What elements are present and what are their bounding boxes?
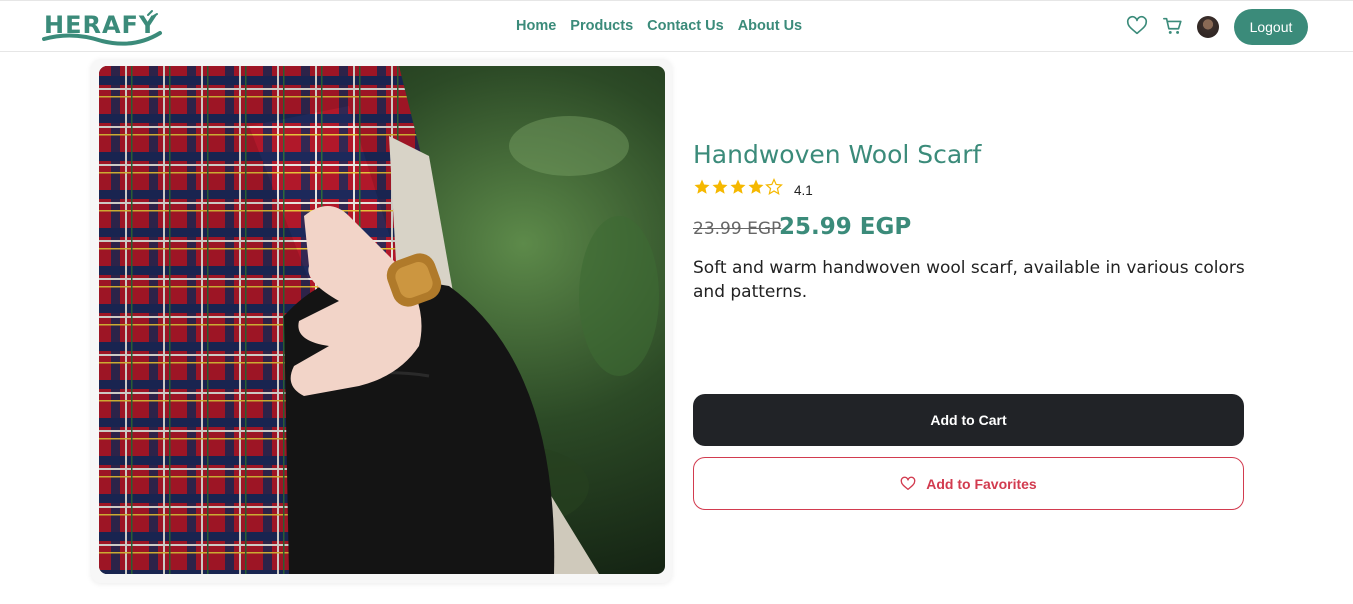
user-avatar[interactable] [1197,16,1219,38]
product-title: Handwoven Wool Scarf [693,140,982,169]
add-to-favorites-label: Add to Favorites [926,475,1037,492]
product-image-card [91,59,672,583]
heart-icon [900,476,916,490]
add-to-cart-button[interactable]: Add to Cart [693,394,1244,446]
herafy-logo[interactable]: HERAFY [42,9,166,47]
nav-home[interactable]: Home [516,18,556,34]
new-price: 25.99 EGP [779,214,912,240]
star-filled-icon [694,179,710,194]
product-description: Soft and warm handwoven wool scarf, avai… [693,258,1245,302]
star-filled-icon [712,179,728,194]
main-nav: Home Products Contact Us About Us [516,18,802,34]
rating-stars [693,178,783,196]
star-empty-icon [765,178,783,195]
heart-icon[interactable] [1126,15,1148,37]
navbar: HERAFY Home Products Contact Us About Us… [0,0,1353,52]
add-to-favorites-button[interactable]: Add to Favorites [693,457,1244,510]
nav-contact-us[interactable]: Contact Us [647,18,724,34]
cart-icon[interactable] [1162,15,1184,37]
nav-products[interactable]: Products [570,18,633,34]
rating-value: 4.1 [794,183,813,198]
nav-about-us[interactable]: About Us [738,18,802,34]
star-filled-icon [748,179,764,194]
logout-button[interactable]: Logout [1234,9,1308,45]
star-filled-icon [730,179,746,194]
old-price: 23.99 EGP [693,219,782,239]
product-image [99,66,665,574]
